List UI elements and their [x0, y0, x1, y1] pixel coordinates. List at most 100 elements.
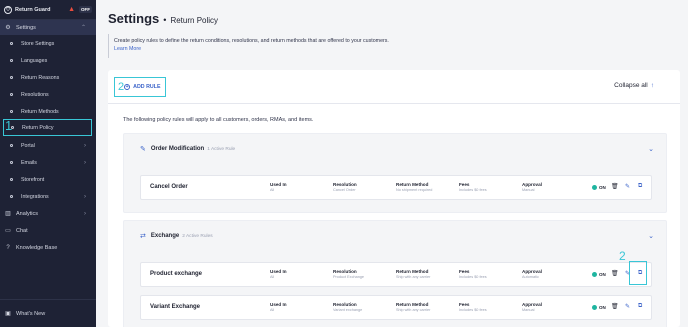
col-label: Used In: [270, 182, 287, 187]
sidebar-item-label: Emails: [21, 159, 37, 166]
col-value: Includes $0 fees: [459, 275, 487, 279]
trash-icon[interactable]: 🗑: [611, 183, 619, 190]
sidebar-item-languages[interactable]: Languages: [0, 53, 96, 68]
sidebar-item-return-reasons[interactable]: Return Reasons: [0, 70, 96, 85]
sidebar-item-label: Return Policy: [22, 124, 54, 131]
group-title: Order Modification: [150, 146, 205, 152]
chevron-down-icon[interactable]: ⌄: [648, 145, 654, 153]
bullet-icon: [10, 93, 13, 96]
rule-approval: Approval Automatic: [522, 269, 542, 279]
sidebar-item-resolutions[interactable]: Resolutions: [0, 87, 96, 102]
rule-return-method: Return Method Ship with any carrier: [396, 302, 430, 312]
whats-new-link[interactable]: ▣ What's New: [0, 299, 96, 327]
pencil-icon[interactable]: ✎: [625, 183, 630, 190]
bullet-icon: [10, 110, 13, 113]
group-header[interactable]: ✎ Order Modification 1 Active Rule ⌄: [124, 134, 666, 164]
col-label: Fees: [459, 182, 470, 187]
bullet-icon: [10, 59, 13, 62]
sidebar-item-return-methods[interactable]: Return Methods: [0, 104, 96, 119]
learn-more-link[interactable]: Learn More: [114, 45, 680, 53]
sidebar-item-portal[interactable]: Portal ›: [0, 138, 96, 153]
sidebar-item-label: Return Methods: [21, 108, 59, 115]
sidebar-item-label: Knowledge Base: [16, 244, 58, 251]
rule-resolution: Resolution Product Exchange: [333, 269, 364, 279]
edit-square-icon: ✎: [140, 146, 146, 153]
sidebar-item-knowledge-base[interactable]: ? Knowledge Base: [0, 240, 96, 255]
col-label: Approval: [522, 302, 542, 307]
status-dot-icon: [592, 185, 597, 190]
sidebar-item-analytics[interactable]: ▥ Analytics ›: [0, 206, 96, 221]
swap-arrows-icon: ⇄: [140, 233, 146, 240]
sidebar-item-label: Storefront: [21, 176, 45, 183]
sidebar-item-store-settings[interactable]: Store Settings: [0, 36, 96, 51]
col-value: Variant exchange: [333, 308, 363, 312]
rule-status-toggle[interactable]: ON: [592, 305, 606, 310]
rule-row[interactable]: Cancel Order Used In All Resolution Canc…: [140, 175, 652, 200]
rule-status-toggle[interactable]: ON: [592, 272, 606, 277]
copy-icon[interactable]: ⧉: [638, 183, 642, 190]
col-value: Includes $0 fees: [459, 308, 487, 312]
rule-row[interactable]: Product exchange Used In All Resolution …: [140, 249, 652, 287]
sidebar-item-storefront[interactable]: Storefront: [0, 172, 96, 187]
rule-name: Product exchange: [150, 271, 203, 277]
rule-used-in: Used In All: [270, 269, 287, 279]
rule-group-order-modification: ✎ Order Modification 1 Active Rule ⌄ Can…: [123, 133, 667, 213]
col-value: No shipment required: [396, 188, 433, 192]
rule-status-toggle[interactable]: ON: [592, 185, 606, 190]
help-icon: ?: [6, 244, 10, 251]
chat-icon: ▭: [5, 228, 11, 234]
col-label: Return Method: [396, 269, 429, 274]
rule-group-exchange: ⇄ Exchange 2 Active Rules ⌄ Product exch…: [123, 220, 667, 327]
col-label: Return Method: [396, 182, 429, 187]
col-value: Ship with any carrier: [396, 308, 431, 312]
status-dot-icon: [592, 305, 597, 310]
collapse-all-button[interactable]: Collapse all ↑: [614, 82, 654, 89]
sidebar-item-label: Chat: [16, 227, 28, 234]
main-content: Settings • Return Policy Create policy r…: [96, 0, 688, 327]
add-rule-button[interactable]: 2 + ADD RULE: [114, 77, 166, 97]
group-title: Exchange: [150, 233, 180, 239]
sidebar-item-settings[interactable]: ⚙ Settings ⌃: [0, 20, 96, 35]
app-status-toggle[interactable]: OFF: [79, 6, 92, 13]
chevron-down-icon[interactable]: ⌄: [648, 232, 654, 240]
sidebar-item-emails[interactable]: Emails ›: [0, 155, 96, 170]
sidebar-item-label: Analytics: [16, 210, 39, 217]
col-label: Fees: [459, 302, 470, 307]
brand-bar: ⛉ Return Guard ▲ OFF: [0, 0, 96, 20]
annotation-step-1: 1: [5, 118, 13, 133]
col-value: Product Exchange: [333, 275, 365, 279]
rule-row[interactable]: Variant Exchange Used In All Resolution …: [140, 295, 652, 320]
bullet-icon: [10, 76, 13, 79]
policy-card: 2 + ADD RULE Collapse all ↑ The following…: [108, 70, 680, 327]
page-header: Settings • Return Policy: [108, 11, 218, 26]
col-label: Used In: [270, 302, 287, 307]
trash-icon[interactable]: 🗑: [611, 303, 619, 310]
bullet-icon: [10, 161, 13, 164]
plus-circle-icon: +: [124, 84, 131, 90]
col-value: All: [270, 275, 275, 279]
col-label: Used In: [270, 269, 287, 274]
col-label: Approval: [522, 182, 542, 187]
sidebar-item-integrations[interactable]: Integrations ›: [0, 189, 96, 204]
pencil-icon[interactable]: ✎: [625, 303, 630, 310]
sidebar-item-return-policy[interactable]: Return Policy: [3, 119, 92, 136]
bullet-icon: [10, 178, 13, 181]
col-label: Approval: [522, 269, 542, 274]
status-label: ON: [599, 305, 606, 310]
col-label: Resolution: [333, 302, 357, 307]
sidebar-item-label: Return Reasons: [21, 74, 60, 81]
title-separator: •: [163, 15, 167, 25]
annotation-step-2: 2: [619, 249, 626, 263]
group-header[interactable]: ⇄ Exchange 2 Active Rules ⌄: [124, 221, 666, 251]
sidebar-item-label: Resolutions: [21, 91, 49, 98]
info-banner: Create policy rules to define the return…: [108, 34, 680, 58]
trash-icon[interactable]: 🗑: [611, 270, 619, 277]
status-label: ON: [599, 185, 606, 190]
copy-icon[interactable]: ⧉: [638, 303, 642, 310]
sidebar-item-chat[interactable]: ▭ Chat: [0, 223, 96, 238]
rule-approval: Approval Manual: [522, 302, 542, 312]
rule-approval: Approval Manual: [522, 182, 542, 192]
col-value: Manual: [522, 188, 535, 192]
chevron-up-icon: ⌃: [80, 25, 86, 31]
collapse-all-label: Collapse all: [614, 82, 648, 89]
